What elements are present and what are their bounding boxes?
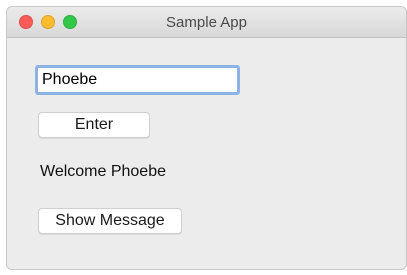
window-title: Sample App	[166, 14, 247, 31]
welcome-message: Welcome Phoebe	[40, 163, 166, 180]
show-message-button[interactable]: Show Message	[38, 208, 182, 234]
enter-button[interactable]: Enter	[38, 112, 150, 138]
app-window: Sample App Enter Welcome Phoebe Show Mes…	[6, 6, 407, 270]
name-input[interactable]	[35, 65, 240, 95]
title-bar[interactable]: Sample App	[7, 7, 406, 38]
